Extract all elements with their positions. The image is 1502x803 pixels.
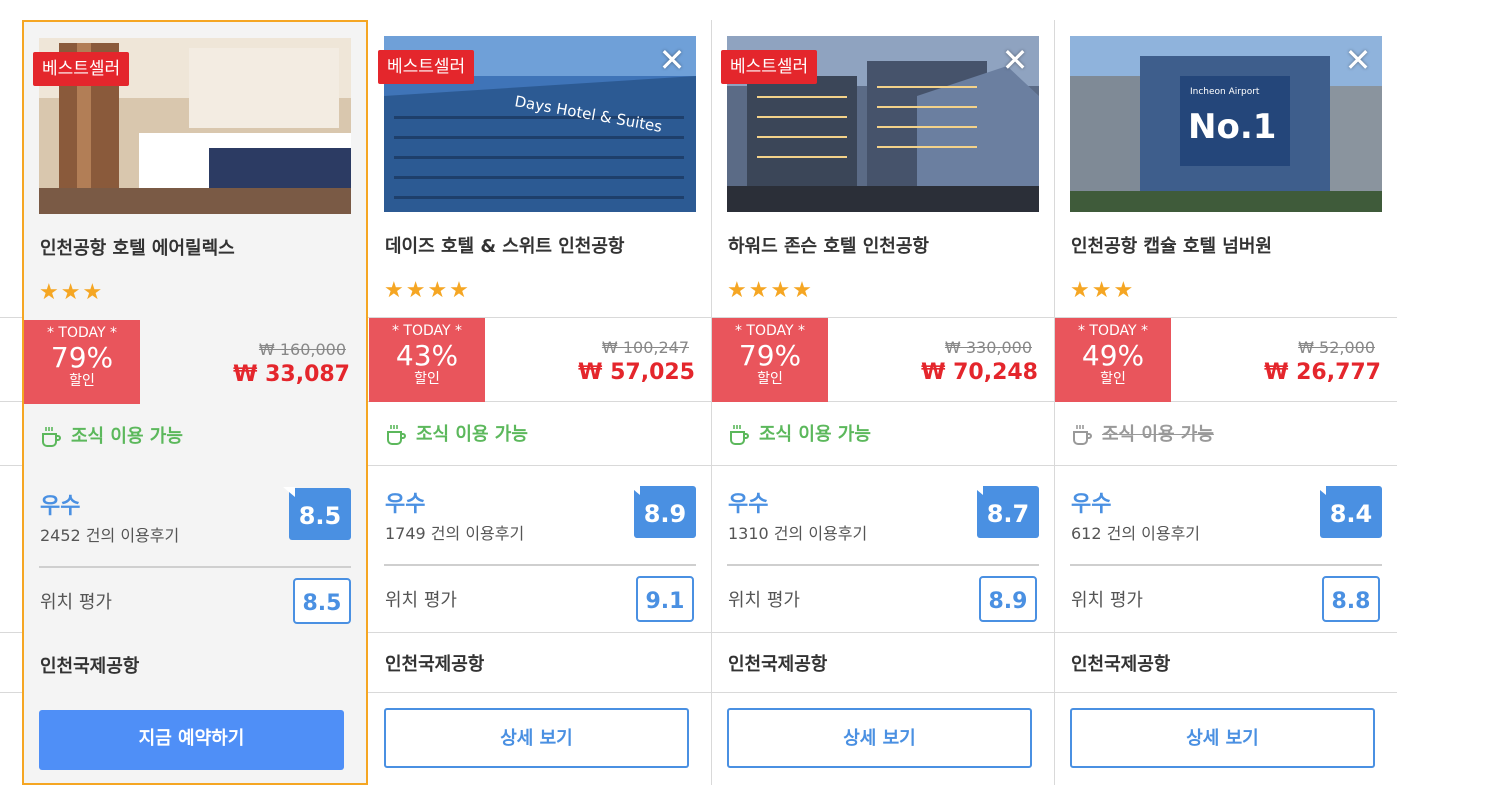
review-grade: 우수 bbox=[1071, 492, 1112, 517]
hotel-sign-text: Incheon Airport bbox=[1190, 87, 1260, 97]
review-score-badge: 8.5 bbox=[289, 488, 351, 540]
book-now-button[interactable]: 지금 예약하기 bbox=[39, 710, 344, 770]
view-details-button[interactable]: 상세 보기 bbox=[727, 708, 1032, 768]
coffee-cup-icon bbox=[39, 425, 63, 449]
discount-percent: 79% bbox=[50, 341, 114, 374]
breakfast-label: 조식 이용 가능 bbox=[416, 424, 528, 445]
rating-divider bbox=[39, 566, 351, 568]
hotel-building-image: Incheon Airport No.1 bbox=[1070, 36, 1382, 212]
close-icon[interactable]: ✕ bbox=[1342, 44, 1374, 76]
today-discount-box: * TODAY * 49% 할인 bbox=[1055, 318, 1171, 402]
location-rating-label: 위치 평가 bbox=[40, 592, 112, 613]
hotel-name[interactable]: 인천공항 호텔 에어릴렉스 bbox=[40, 234, 235, 260]
breakfast-info: 조식 이용 가능 bbox=[39, 422, 183, 449]
coffee-cup-icon bbox=[384, 423, 408, 447]
bestseller-badge: 베스트셀러 bbox=[33, 52, 130, 86]
hotel-card-3[interactable]: 베스트셀러 ✕ 하워드 존슨 호텔 인천공항 ★★★★ * TODAY * 79… bbox=[711, 20, 1054, 785]
star-rating-icons: ★★★★ bbox=[384, 278, 471, 303]
discount-label: 할인 bbox=[69, 373, 95, 389]
review-count[interactable]: 1310 건의 이용후기 bbox=[728, 520, 867, 544]
rating-divider bbox=[384, 564, 696, 566]
location-score-badge: 8.5 bbox=[293, 578, 351, 624]
review-count[interactable]: 2452 건의 이용후기 bbox=[40, 522, 179, 546]
coffee-cup-icon bbox=[1070, 423, 1094, 447]
location-score-badge: 8.8 bbox=[1322, 576, 1380, 622]
today-label: * TODAY * bbox=[46, 325, 118, 341]
review-score-badge: 8.4 bbox=[1320, 486, 1382, 538]
hotel-card-4[interactable]: Incheon Airport No.1 ✕ 인천공항 캡슐 호텔 넘버원 ★★… bbox=[1054, 20, 1397, 785]
original-price: ₩ 160,000 bbox=[258, 340, 346, 359]
breakfast-label: 조식 이용 가능 bbox=[759, 424, 871, 445]
original-price: ₩ 52,000 bbox=[1298, 338, 1375, 357]
hotel-area: 인천국제공항 bbox=[728, 654, 828, 675]
discounted-price: ₩ 57,025 bbox=[578, 360, 695, 385]
hotel-area: 인천국제공항 bbox=[385, 654, 485, 675]
close-icon[interactable]: ✕ bbox=[999, 44, 1031, 76]
breakfast-label: 조식 이용 가능 bbox=[1102, 424, 1214, 445]
hotel-name[interactable]: 데이즈 호텔 & 스위트 인천공항 bbox=[385, 232, 624, 258]
today-label: * TODAY * bbox=[391, 323, 463, 339]
breakfast-info: 조식 이용 가능 bbox=[1070, 420, 1214, 447]
location-rating-label: 위치 평가 bbox=[728, 590, 800, 611]
original-price: ₩ 330,000 bbox=[944, 338, 1032, 357]
review-grade: 우수 bbox=[385, 492, 426, 517]
original-price: ₩ 100,247 bbox=[601, 338, 689, 357]
coffee-cup-icon bbox=[727, 423, 751, 447]
discount-label: 할인 bbox=[757, 371, 783, 387]
view-details-button[interactable]: 상세 보기 bbox=[1070, 708, 1375, 768]
today-discount-box: * TODAY * 43% 할인 bbox=[369, 318, 485, 402]
discounted-price: ₩ 33,087 bbox=[233, 362, 350, 387]
star-rating-icons: ★★★ bbox=[1070, 278, 1136, 303]
view-details-button[interactable]: 상세 보기 bbox=[384, 708, 689, 768]
rating-divider bbox=[727, 564, 1039, 566]
breakfast-info: 조식 이용 가능 bbox=[727, 420, 871, 447]
hotel-sign-number: No.1 bbox=[1188, 107, 1276, 147]
discount-percent: 79% bbox=[738, 339, 802, 372]
discounted-price: ₩ 26,777 bbox=[1264, 360, 1381, 385]
review-score-badge: 8.7 bbox=[977, 486, 1039, 538]
today-label: * TODAY * bbox=[734, 323, 806, 339]
review-score-badge: 8.9 bbox=[634, 486, 696, 538]
review-grade: 우수 bbox=[40, 494, 81, 519]
location-rating-label: 위치 평가 bbox=[385, 590, 457, 611]
breakfast-label: 조식 이용 가능 bbox=[71, 426, 183, 447]
review-count[interactable]: 612 건의 이용후기 bbox=[1071, 520, 1200, 544]
review-count[interactable]: 1749 건의 이용후기 bbox=[385, 520, 524, 544]
star-rating-icons: ★★★ bbox=[39, 280, 105, 305]
hotel-card-2[interactable]: Days Hotel & Suites 베스트셀러 ✕ 데이즈 호텔 & 스위트… bbox=[369, 20, 711, 785]
location-score-badge: 9.1 bbox=[636, 576, 694, 622]
hotel-photo[interactable]: Incheon Airport No.1 bbox=[1070, 36, 1382, 212]
hotel-area: 인천국제공항 bbox=[1071, 654, 1171, 675]
breakfast-info: 조식 이용 가능 bbox=[384, 420, 528, 447]
discounted-price: ₩ 70,248 bbox=[921, 360, 1038, 385]
star-rating-icons: ★★★★ bbox=[727, 278, 814, 303]
hotel-card-1[interactable]: 베스트셀러 인천공항 호텔 에어릴렉스 ★★★ * TODAY * 79% 할인… bbox=[22, 20, 368, 785]
hotel-name[interactable]: 하워드 존슨 호텔 인천공항 bbox=[728, 232, 929, 258]
bestseller-badge: 베스트셀러 bbox=[378, 50, 475, 84]
discount-percent: 49% bbox=[1081, 339, 1145, 372]
rating-divider bbox=[1070, 564, 1382, 566]
location-score-badge: 8.9 bbox=[979, 576, 1037, 622]
today-label: * TODAY * bbox=[1077, 323, 1149, 339]
hotel-area: 인천국제공항 bbox=[40, 656, 140, 677]
discount-label: 할인 bbox=[414, 371, 440, 387]
today-discount-box: * TODAY * 79% 할인 bbox=[24, 320, 140, 404]
bestseller-badge: 베스트셀러 bbox=[721, 50, 818, 84]
review-grade: 우수 bbox=[728, 492, 769, 517]
hotel-name[interactable]: 인천공항 캡슐 호텔 넘버원 bbox=[1071, 232, 1272, 258]
today-discount-box: * TODAY * 79% 할인 bbox=[712, 318, 828, 402]
discount-percent: 43% bbox=[395, 339, 459, 372]
discount-label: 할인 bbox=[1100, 371, 1126, 387]
location-rating-label: 위치 평가 bbox=[1071, 590, 1143, 611]
close-icon[interactable]: ✕ bbox=[656, 44, 688, 76]
